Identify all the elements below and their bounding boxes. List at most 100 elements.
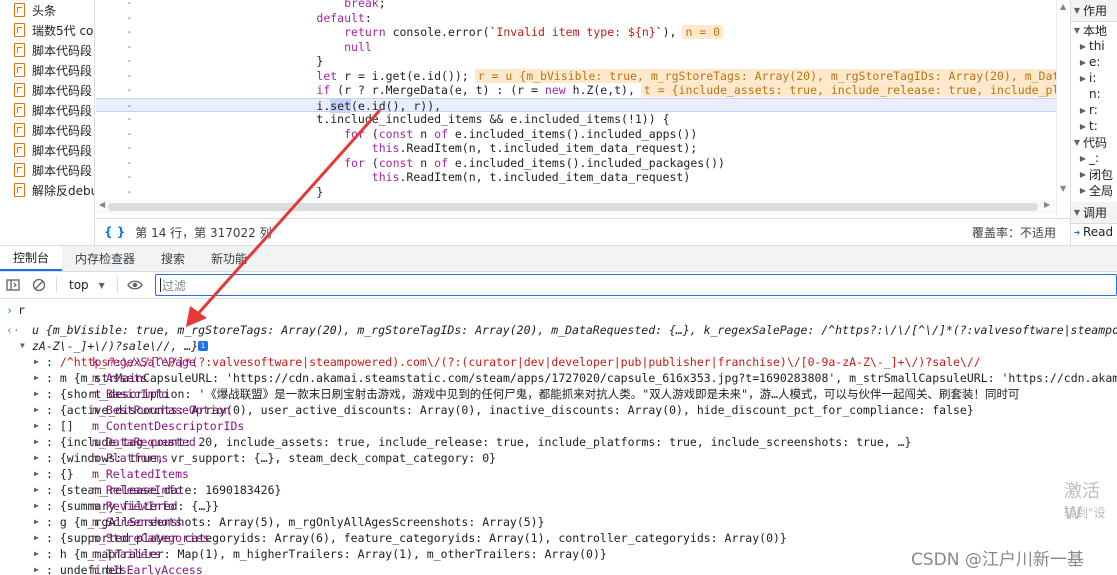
expand-triangle-icon[interactable]: ▶ — [34, 418, 39, 434]
scope-row[interactable]: ▶ t: — [1071, 118, 1117, 134]
expand-triangle-icon: ▶ — [1079, 41, 1087, 51]
file-item[interactable]: 脚本代码段 — [0, 140, 94, 160]
tab-memory-inspector[interactable]: 内存检查器 — [62, 246, 148, 271]
expand-triangle-icon[interactable]: ▶ — [34, 514, 39, 530]
vertical-scrollbar[interactable]: ▲ ▼ — [1056, 0, 1070, 218]
expand-triangle-icon[interactable]: ▶ — [34, 562, 39, 575]
file-item[interactable]: 头条 — [0, 0, 94, 20]
file-item[interactable]: 脚本代码段 — [0, 60, 94, 80]
code-editor[interactable]: - break; - default: - return console.error… — [96, 0, 1056, 218]
code-token: } — [316, 184, 324, 199]
scope-row[interactable]: ▶ thi — [1071, 38, 1117, 54]
tab-console[interactable]: 控制台 — [0, 246, 63, 271]
property-value: m {m_strMainCapsuleURL: 'https://cdn.aka… — [59, 371, 1117, 385]
expand-triangle-icon[interactable]: ▼ — [20, 338, 25, 354]
code-line[interactable]: - i.set(e.id(), r)), — [96, 97, 1056, 113]
clear-console-icon[interactable] — [26, 272, 52, 298]
property-row[interactable]: ▶ m_ReviewInfo: {summary_filtered: {…}} — [0, 498, 1117, 514]
scope-row[interactable]: ▶ 全局 — [1071, 182, 1117, 198]
tab-search[interactable]: 搜索 — [148, 246, 198, 271]
expand-triangle-icon[interactable]: ▶ — [34, 386, 39, 402]
expand-triangle-icon[interactable]: ▶ — [34, 354, 39, 370]
scope-row[interactable]: ▶ e: — [1071, 54, 1117, 70]
code-line[interactable]: - if (r ? r.MergeData(e, t) : (r = new h… — [96, 83, 1056, 98]
property-row[interactable]: ▶ m_ContentDescriptorIDs: [] — [0, 418, 1117, 434]
info-icon[interactable]: i — [198, 341, 208, 351]
code-line[interactable]: - } — [96, 54, 1056, 69]
chevron-down-icon: ▼ — [98, 280, 105, 290]
file-item[interactable]: 瑞数5代 co — [0, 20, 94, 40]
property-colon: : — [46, 419, 60, 433]
expand-triangle-icon[interactable]: ▶ — [34, 402, 39, 418]
property-colon: : — [46, 563, 60, 575]
pretty-print-icon[interactable]: { } — [104, 225, 125, 239]
filter-input[interactable]: 过滤 — [155, 274, 1117, 296]
horizontal-scrollbar[interactable]: ◀ ▶ — [96, 200, 1056, 214]
property-row[interactable]: ▶ m_DataRequested: {include_tag_count: 20… — [0, 434, 1117, 450]
file-item[interactable]: 脚本代码段 — [0, 100, 94, 120]
scroll-left-icon[interactable]: ◀ — [99, 200, 105, 209]
expand-triangle-icon[interactable]: ▶ — [34, 546, 39, 562]
property-colon: : — [46, 371, 60, 385]
property-row[interactable]: ▶ m_Assets: m {m_strMainCapsuleURL: 'http… — [0, 370, 1117, 386]
scroll-right-icon[interactable]: ▶ — [1044, 200, 1050, 209]
code-line[interactable]: - let r = i.get(e.id()); r = u {m_bVisibl… — [96, 68, 1056, 84]
code-line[interactable]: - default: — [96, 11, 1056, 26]
scroll-down-icon[interactable]: ▼ — [1060, 184, 1066, 193]
scope-row-label: r: — [1089, 103, 1098, 117]
scroll-up-icon[interactable]: ▲ — [1060, 2, 1066, 11]
scope-row[interactable]: ▶ i: — [1071, 70, 1117, 86]
code-token: const — [378, 155, 414, 170]
expand-triangle-icon[interactable]: ▶ — [34, 498, 39, 514]
property-row[interactable]: ▶ m_StoreCategories: {supported_player_ca… — [0, 530, 1117, 546]
property-name: m_DataRequested — [92, 435, 196, 449]
expand-triangle-icon[interactable]: ▶ — [34, 434, 39, 450]
file-item[interactable]: 脚本代码段 — [0, 40, 94, 60]
code-line[interactable]: - for (const n of e.included_items().inc… — [96, 156, 1056, 171]
sidebar-toggle-icon[interactable] — [0, 272, 26, 298]
property-row[interactable]: ▶ m_ReleaseInfo: {steam_release_date: 169… — [0, 482, 1117, 498]
expand-triangle-icon[interactable]: ▶ — [34, 370, 39, 386]
property-row[interactable]: ▶ m_BestPurchaseOption: {active_discounts… — [0, 402, 1117, 418]
code-line[interactable]: - break; — [96, 0, 1056, 11]
property-row[interactable]: ▶ m_Platforms: {windows: true, vr_support… — [0, 450, 1117, 466]
file-item[interactable]: 脚本代码段 — [0, 120, 94, 140]
line-gutter-mark: - — [126, 98, 133, 112]
call-stack-header[interactable]: ▼ 调用 — [1071, 202, 1117, 224]
property-row[interactable]: ▶ m_BasicInfo: {short_description: '《爆战联盟… — [0, 386, 1117, 402]
code-line[interactable]: - t.include_included_items && e.included… — [96, 112, 1056, 127]
code-line[interactable]: - for (const n of e.included_items().inc… — [96, 127, 1056, 142]
code-line[interactable]: - null — [96, 40, 1056, 55]
line-gutter-mark: - — [126, 184, 133, 198]
expand-triangle-icon[interactable]: ▶ — [34, 482, 39, 498]
console-result-line-2[interactable]: ▼ zA-Z\-_]+\/)?sale\//, …} i — [0, 338, 1117, 354]
code-line[interactable]: - this.ReadItem(n, t.included_item_data_… — [96, 141, 1056, 156]
scope-row[interactable]: ▼ 代码 — [1071, 134, 1117, 150]
scope-header[interactable]: ▼ 作用 — [1071, 0, 1117, 22]
property-row[interactable]: ▶ m_RelatedItems: {} — [0, 466, 1117, 482]
expand-triangle-icon[interactable]: ▶ — [34, 466, 39, 482]
scope-row[interactable]: ▶ 闭包 — [1071, 166, 1117, 182]
scope-row[interactable]: ▼ 本地 — [1071, 22, 1117, 38]
code-line[interactable]: - } — [96, 185, 1056, 200]
property-name: m_RelatedItems — [92, 467, 189, 481]
scrollbar-thumb[interactable] — [108, 203, 1038, 211]
expand-triangle-icon[interactable]: ▶ — [34, 450, 39, 466]
file-item[interactable]: 脚本代码段 — [0, 80, 94, 100]
live-expression-eye-icon[interactable] — [122, 272, 148, 298]
file-item[interactable]: 脚本代码段 — [0, 160, 94, 180]
code-line[interactable]: - this.ReadItem(n, t.included_item_data_… — [96, 170, 1056, 185]
code-line[interactable]: - return console.error(`Invalid item typ… — [96, 25, 1056, 40]
scope-row[interactable]: ▶ _: — [1071, 150, 1117, 166]
expand-triangle-icon[interactable]: ▶ — [34, 530, 39, 546]
file-item[interactable]: 解除反debu — [0, 180, 94, 200]
property-row[interactable]: ▶ m_Screenshots: g {m_rgAllScreenshots: A… — [0, 514, 1117, 530]
scope-row[interactable]: ▶ r: — [1071, 102, 1117, 118]
context-selector[interactable]: top ▼ — [61, 278, 113, 292]
tab-whats-new[interactable]: 新功能 — [198, 246, 260, 271]
line-gutter-mark: - — [126, 112, 133, 125]
call-stack-item[interactable]: ➜ Read — [1071, 224, 1117, 240]
property-row[interactable]: ▶ k_regexSalePage: /^https?:\/\/[^\/]*(?:… — [0, 354, 1117, 370]
scope-row[interactable]: n: — [1071, 86, 1117, 102]
console-result-line[interactable]: ‹· u {m_bVisible: true, m_rgStoreTags: Ar… — [0, 322, 1117, 338]
